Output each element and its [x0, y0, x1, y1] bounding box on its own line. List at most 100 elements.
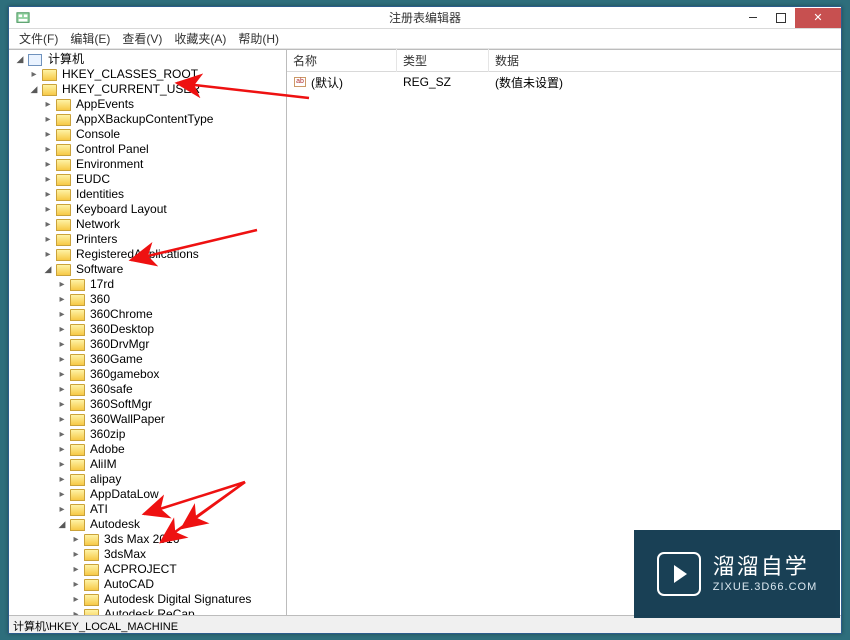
expand-icon[interactable]	[69, 577, 83, 592]
expand-icon[interactable]	[41, 217, 55, 232]
expand-icon[interactable]	[41, 157, 55, 172]
tree-label: Control Panel	[74, 142, 151, 157]
expand-icon[interactable]	[27, 67, 41, 82]
expand-icon[interactable]	[41, 172, 55, 187]
tree-label: 360Game	[88, 352, 145, 367]
expand-icon[interactable]	[55, 502, 69, 517]
tree-item[interactable]: 360gamebox	[11, 367, 286, 382]
tree-label: EUDC	[74, 172, 112, 187]
tree-item[interactable]: 3ds Max 2016	[11, 532, 286, 547]
expand-icon[interactable]	[55, 517, 69, 532]
expand-icon[interactable]	[55, 277, 69, 292]
menu-edit[interactable]: 编辑(E)	[64, 28, 116, 49]
tree-item[interactable]: ACPROJECT	[11, 562, 286, 577]
expand-icon[interactable]	[55, 412, 69, 427]
tree-root-computer[interactable]: 计算机	[11, 52, 286, 67]
tree-item[interactable]: Keyboard Layout	[11, 202, 286, 217]
menu-file[interactable]: 文件(F)	[13, 28, 64, 49]
maximize-button[interactable]	[767, 8, 795, 28]
tree-item[interactable]: AutoCAD	[11, 577, 286, 592]
tree-item[interactable]: 360DrvMgr	[11, 337, 286, 352]
expand-icon[interactable]	[55, 472, 69, 487]
expand-icon[interactable]	[55, 487, 69, 502]
tree-hkcu[interactable]: HKEY_CURRENT_USER	[11, 82, 286, 97]
tree-item[interactable]: AppDataLow	[11, 487, 286, 502]
tree-item[interactable]: Environment	[11, 157, 286, 172]
tree-item[interactable]: 360Desktop	[11, 322, 286, 337]
expand-icon[interactable]	[55, 337, 69, 352]
tree-item[interactable]: 360Chrome	[11, 307, 286, 322]
tree-item[interactable]: Control Panel	[11, 142, 286, 157]
tree-item[interactable]: Adobe	[11, 442, 286, 457]
column-data[interactable]: 数据	[489, 49, 841, 72]
tree-item[interactable]: Identities	[11, 187, 286, 202]
tree-autodesk[interactable]: Autodesk	[11, 517, 286, 532]
tree-item[interactable]: 360	[11, 292, 286, 307]
expand-icon[interactable]	[41, 142, 55, 157]
watermark-title: 溜溜自学	[713, 553, 817, 581]
tree-pane[interactable]: 计算机 HKEY_CLASSES_ROOT HKEY_CURRENT_USER …	[9, 50, 287, 615]
tree-item[interactable]: 3dsMax	[11, 547, 286, 562]
value-data: (数值未设置)	[489, 73, 841, 92]
tree-item[interactable]: 17rd	[11, 277, 286, 292]
close-button[interactable]	[795, 8, 841, 28]
list-row[interactable]: (默认) REG_SZ (数值未设置)	[287, 74, 841, 90]
expand-icon[interactable]	[55, 367, 69, 382]
watermark-badge: 溜溜自学 ZIXUE.3D66.COM	[634, 530, 840, 618]
expand-icon[interactable]	[41, 187, 55, 202]
menu-view[interactable]: 查看(V)	[116, 28, 168, 49]
menu-help[interactable]: 帮助(H)	[232, 28, 285, 49]
tree-item[interactable]: EUDC	[11, 172, 286, 187]
expand-icon[interactable]	[69, 547, 83, 562]
tree-item[interactable]: Printers	[11, 232, 286, 247]
tree-item[interactable]: Autodesk ReCap	[11, 607, 286, 615]
expand-icon[interactable]	[69, 592, 83, 607]
tree-item[interactable]: 360safe	[11, 382, 286, 397]
folder-icon	[69, 353, 85, 366]
expand-icon[interactable]	[55, 457, 69, 472]
tree-item[interactable]: 360zip	[11, 427, 286, 442]
tree-item[interactable]: Network	[11, 217, 286, 232]
play-icon	[657, 552, 701, 596]
tree-item[interactable]: Autodesk Digital Signatures	[11, 592, 286, 607]
expand-icon[interactable]	[41, 202, 55, 217]
tree-item[interactable]: 360WallPaper	[11, 412, 286, 427]
tree-item[interactable]: RegisteredApplications	[11, 247, 286, 262]
expand-icon[interactable]	[55, 307, 69, 322]
tree-hkcr[interactable]: HKEY_CLASSES_ROOT	[11, 67, 286, 82]
expand-icon[interactable]	[41, 262, 55, 277]
expand-icon[interactable]	[55, 382, 69, 397]
expand-icon[interactable]	[13, 52, 27, 67]
expand-icon[interactable]	[41, 232, 55, 247]
tree-item[interactable]: AliIM	[11, 457, 286, 472]
tree-label: Keyboard Layout	[74, 202, 169, 217]
expand-icon[interactable]	[55, 442, 69, 457]
tree-item[interactable]: alipay	[11, 472, 286, 487]
tree-label: HKEY_CURRENT_USER	[60, 82, 202, 97]
column-name[interactable]: 名称	[287, 49, 397, 72]
expand-icon[interactable]	[41, 97, 55, 112]
expand-icon[interactable]	[41, 127, 55, 142]
expand-icon[interactable]	[69, 532, 83, 547]
tree-item[interactable]: AppXBackupContentType	[11, 112, 286, 127]
tree-software[interactable]: Software	[11, 262, 286, 277]
expand-icon[interactable]	[55, 427, 69, 442]
expand-icon[interactable]	[55, 322, 69, 337]
menubar: 文件(F) 编辑(E) 查看(V) 收藏夹(A) 帮助(H)	[9, 29, 841, 49]
tree-item[interactable]: 360SoftMgr	[11, 397, 286, 412]
menu-favorites[interactable]: 收藏夹(A)	[168, 28, 232, 49]
expand-icon[interactable]	[27, 82, 41, 97]
column-type[interactable]: 类型	[397, 49, 489, 72]
expand-icon[interactable]	[41, 247, 55, 262]
expand-icon[interactable]	[69, 607, 83, 615]
tree-item[interactable]: 360Game	[11, 352, 286, 367]
expand-icon[interactable]	[55, 352, 69, 367]
tree-item[interactable]: ATI	[11, 502, 286, 517]
tree-item[interactable]: Console	[11, 127, 286, 142]
expand-icon[interactable]	[55, 397, 69, 412]
expand-icon[interactable]	[55, 292, 69, 307]
minimize-button[interactable]	[739, 8, 767, 28]
expand-icon[interactable]	[69, 562, 83, 577]
expand-icon[interactable]	[41, 112, 55, 127]
tree-item[interactable]: AppEvents	[11, 97, 286, 112]
